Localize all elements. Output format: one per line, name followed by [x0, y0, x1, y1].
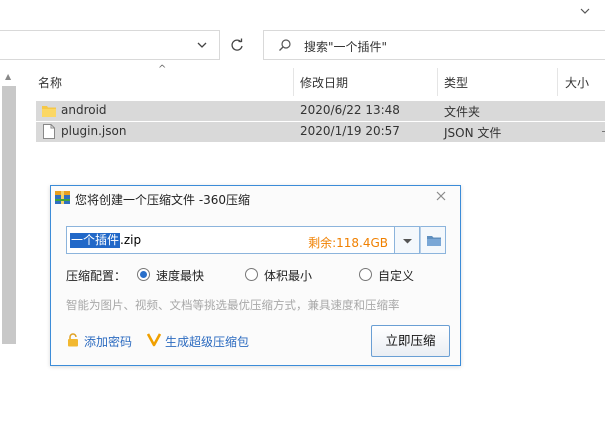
refresh-button[interactable] — [224, 32, 250, 58]
dialog-title: 您将创建一个压缩文件 -360压缩 — [75, 193, 251, 207]
folder-icon — [42, 104, 56, 117]
file-type: 文件夹 — [444, 105, 481, 119]
column-header-type[interactable]: 类型 — [444, 74, 468, 91]
search-icon — [278, 38, 292, 52]
column-header-size[interactable]: 大小 — [565, 74, 589, 91]
radio-unselected-icon — [245, 268, 258, 281]
remaining-space-label: 剩余:118.4GB — [308, 236, 388, 250]
super-zip-v-icon — [146, 332, 162, 347]
column-divider[interactable] — [557, 68, 558, 96]
add-password-text: 添加密码 — [84, 335, 133, 349]
column-divider[interactable] — [437, 68, 438, 96]
compression-config-label: 压缩配置： — [66, 269, 127, 283]
chevron-down-icon[interactable] — [578, 4, 592, 18]
file-name: plugin.json — [61, 124, 127, 138]
close-icon[interactable] — [433, 188, 449, 204]
compress-dialog: 您将创建一个压缩文件 -360压缩 一个插件 .zip 剩余:118.4GB 压… — [50, 185, 461, 366]
search-placeholder: 搜索"一个插件" — [304, 40, 388, 54]
document-icon — [43, 124, 55, 139]
file-modified: 2020/6/22 13:48 — [300, 103, 400, 117]
radio-unselected-icon — [359, 268, 372, 281]
archive-app-icon — [55, 191, 70, 204]
filename-selection: 一个插件 — [70, 233, 121, 248]
lock-icon — [66, 333, 80, 347]
scrollbar[interactable] — [2, 86, 16, 344]
filename-extension: .zip — [120, 233, 142, 247]
archive-name-field[interactable]: 一个插件 .zip 剩余:118.4GB — [66, 226, 395, 254]
option-label: 体积最小 — [264, 269, 313, 283]
path-dropdown-button[interactable] — [395, 226, 420, 254]
search-input[interactable]: 搜索"一个插件" — [263, 30, 605, 60]
sort-ascending-icon: ^ — [158, 64, 167, 75]
column-divider[interactable] — [293, 68, 294, 96]
option-label: 自定义 — [378, 269, 415, 283]
address-bar[interactable] — [0, 30, 220, 60]
super-zip-text: 生成超级压缩包 — [165, 335, 250, 349]
browse-folder-button[interactable] — [420, 226, 446, 254]
file-modified: 2020/1/19 20:57 — [300, 124, 400, 138]
option-label: 速度最快 — [156, 269, 205, 283]
compress-now-button[interactable]: 立即压缩 — [371, 325, 450, 357]
dropdown-arrow-icon — [403, 239, 412, 244]
file-type: JSON 文件 — [444, 126, 502, 140]
refresh-icon — [231, 38, 243, 51]
column-header-modified[interactable]: 修改日期 — [300, 74, 348, 91]
scroll-up-arrow-icon[interactable]: ▲ — [5, 72, 15, 82]
file-row-plugin-json[interactable]: plugin.json 2020/1/19 20:57 JSON 文件 — [36, 122, 605, 142]
file-name: android — [61, 103, 107, 117]
folder-icon — [427, 236, 441, 246]
file-row-android[interactable]: android 2020/6/22 13:48 文件夹 — [36, 101, 605, 121]
column-header-name[interactable]: 名称 — [38, 74, 62, 91]
chevron-down-icon[interactable] — [195, 38, 209, 52]
radio-selected-icon — [137, 268, 150, 281]
compression-hint: 智能为图片、视频、文档等挑选最优压缩方式，兼具速度和压缩率 — [66, 298, 400, 312]
